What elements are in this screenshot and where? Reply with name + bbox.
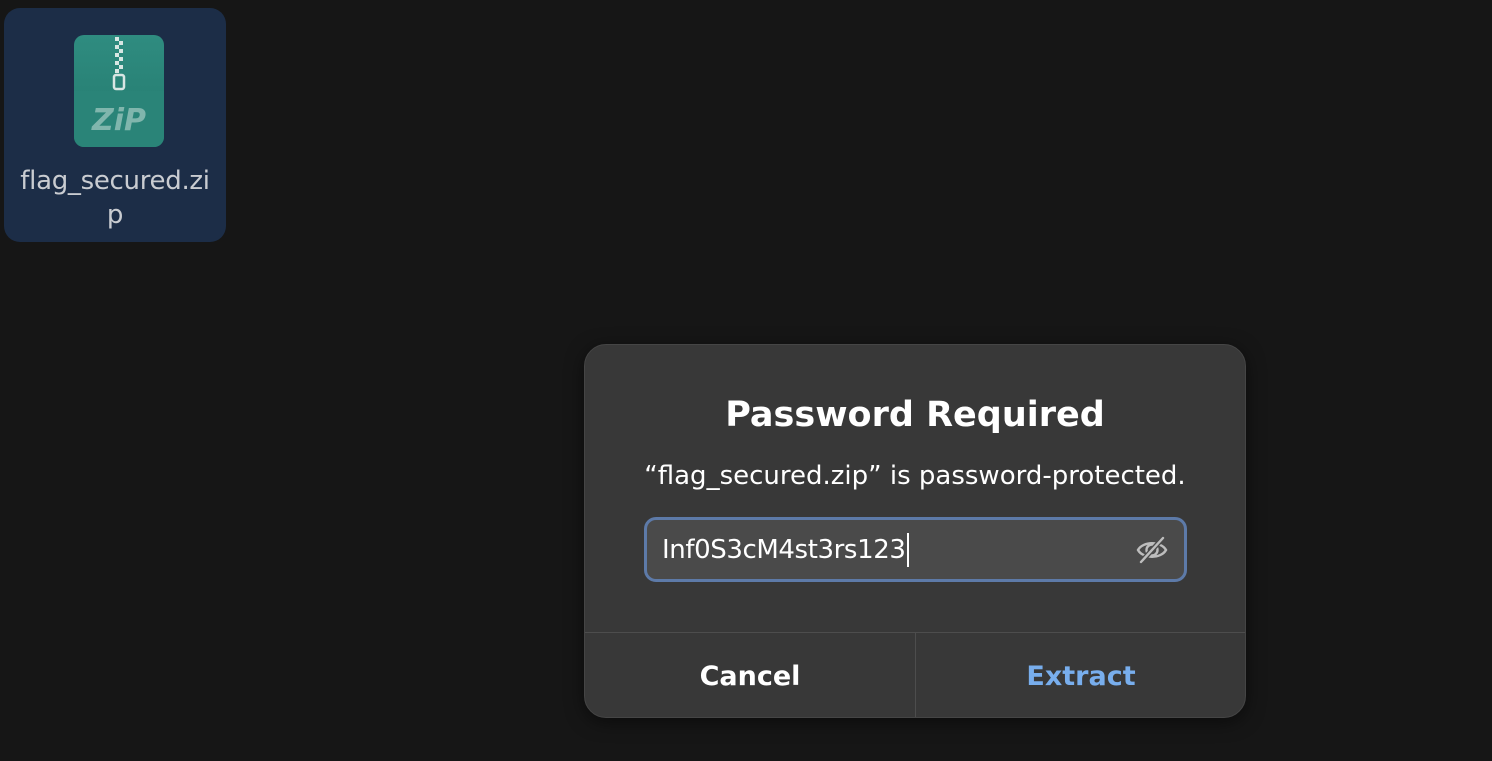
svg-text:ZiP: ZiP (91, 103, 146, 138)
extract-button[interactable]: Extract (916, 633, 1245, 717)
dialog-title: Password Required (725, 395, 1105, 435)
eye-slash-icon[interactable] (1134, 533, 1170, 567)
zip-archive-icon: ZiP (74, 35, 164, 147)
password-dialog: Password Required “flag_secured.zip” is … (584, 344, 1246, 718)
desktop-file-flag-secured[interactable]: ZiP flag_secured.zip (4, 8, 226, 242)
password-input[interactable]: Inf0S3cM4st3rs123 (644, 517, 1187, 582)
file-name-label: flag_secured.zip (20, 166, 210, 230)
dialog-message: “flag_secured.zip” is password-protected… (644, 461, 1186, 491)
password-input-value[interactable]: Inf0S3cM4st3rs123 (662, 533, 909, 567)
cancel-button[interactable]: Cancel (585, 633, 915, 717)
